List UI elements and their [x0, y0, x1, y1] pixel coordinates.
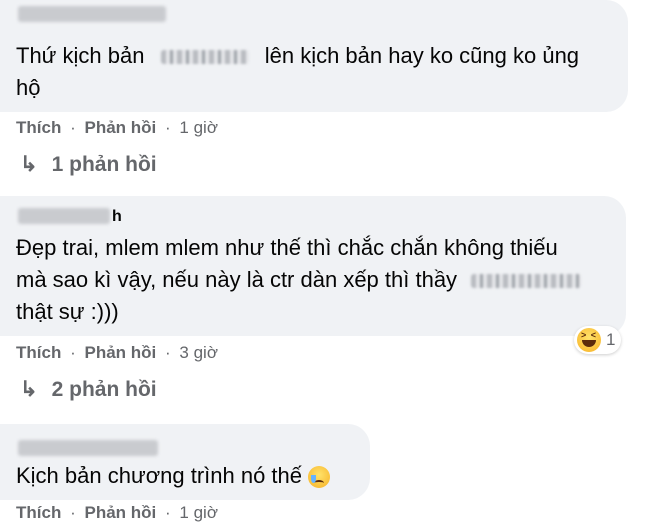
- replies-count-label: 1 phản hồi: [51, 153, 157, 176]
- commenter-name-redacted[interactable]: [18, 440, 158, 456]
- haha-reaction-icon: [577, 328, 601, 352]
- separator-dot: ·: [165, 118, 171, 137]
- comment-text: Kịch bản chương trình nó thế: [16, 460, 330, 492]
- redacted-name: [471, 274, 582, 289]
- reaction-summary[interactable]: 1: [574, 326, 622, 354]
- comment-text-line: hộ: [16, 75, 41, 100]
- comment-bubble: Thứ kịch bản lên kịch bản hay ko cũng ko…: [0, 0, 628, 112]
- reply-link[interactable]: Phản hồi: [84, 343, 156, 362]
- separator-dot: ·: [70, 118, 76, 137]
- comment-bubble: Kịch bản chương trình nó thế: [0, 424, 370, 500]
- like-link[interactable]: Thích: [16, 343, 61, 362]
- separator-dot: ·: [165, 503, 171, 522]
- separator-dot: ·: [70, 503, 76, 522]
- comment-actions: Thích · Phản hồi · 3 giờ: [16, 343, 218, 363]
- commenter-name-redacted[interactable]: [18, 208, 110, 224]
- redacted-name: [160, 50, 249, 65]
- comment-text-line: thật sự :))): [16, 299, 119, 324]
- separator-dot: ·: [70, 343, 76, 362]
- reply-link[interactable]: Phản hồi: [84, 118, 156, 137]
- like-link[interactable]: Thích: [16, 503, 61, 522]
- reaction-count: 1: [606, 330, 616, 349]
- comment-time[interactable]: 1 giờ: [179, 118, 218, 137]
- comment-time[interactable]: 1 giờ: [179, 503, 218, 522]
- comment-bubble: h Đẹp trai, mlem mlem như thế thì chắc c…: [0, 196, 626, 336]
- comment-actions: Thích · Phản hồi · 1 giờ: [16, 503, 218, 523]
- comment-text: mà sao kì vậy, nếu này là ctr dàn xếp th…: [16, 264, 582, 296]
- separator-dot: ·: [165, 343, 171, 362]
- comment-text-part: lên kịch bản hay ko cũng ko ủng: [264, 43, 580, 68]
- comment-actions: Thích · Phản hồi · 1 giờ: [16, 118, 218, 138]
- comment-text-part: Kịch bản chương trình nó thế: [16, 463, 302, 488]
- crying-face-icon: [308, 466, 330, 489]
- commenter-name-tail[interactable]: h: [112, 208, 122, 226]
- view-replies-button[interactable]: ↳ 1 phản hồi: [20, 152, 157, 177]
- view-replies-button[interactable]: ↳ 2 phản hồi: [20, 377, 157, 402]
- comment-text-part: mà sao kì vậy, nếu này là ctr dàn xếp th…: [16, 267, 458, 292]
- reply-arrow-icon: ↳: [20, 378, 38, 401]
- comment-text: Thứ kịch bản lên kịch bản hay ko cũng ko…: [16, 40, 579, 72]
- reply-link[interactable]: Phản hồi: [84, 503, 156, 522]
- like-link[interactable]: Thích: [16, 118, 61, 137]
- reply-arrow-icon: ↳: [20, 153, 38, 176]
- commenter-name-redacted[interactable]: [18, 6, 166, 22]
- replies-count-label: 2 phản hồi: [51, 378, 157, 401]
- comment-text-part: Thứ kịch bản: [16, 43, 145, 68]
- comment-text-line: Đẹp trai, mlem mlem như thế thì chắc chắ…: [16, 235, 558, 260]
- comment-time[interactable]: 3 giờ: [179, 343, 218, 362]
